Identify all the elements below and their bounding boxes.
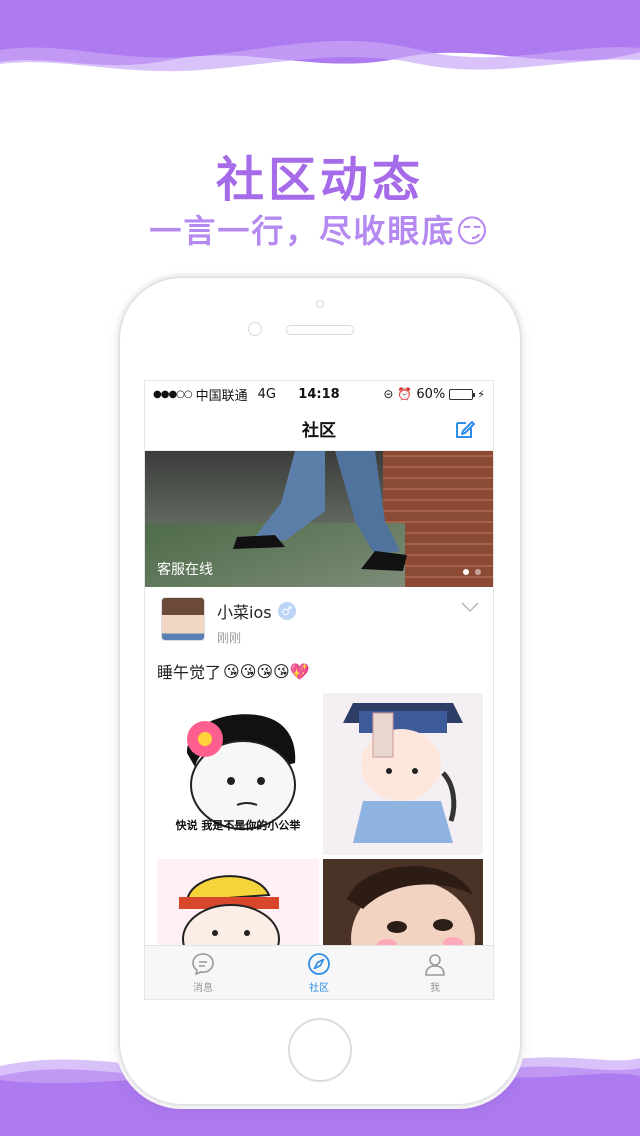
- tab-bar: 消息 社区 我: [145, 945, 493, 999]
- carrier-label: 中国联通: [195, 388, 248, 404]
- post-image-1[interactable]: 快说 我是不是你的小公举: [157, 693, 319, 855]
- phone-camera: [248, 322, 262, 336]
- phone-sensor: [316, 300, 324, 308]
- user-name-row: 小菜ios ♂: [217, 599, 296, 623]
- post-text: 睡午觉了: [157, 663, 222, 682]
- carousel-dot[interactable]: [463, 569, 469, 575]
- tab-label: 社区: [309, 983, 329, 994]
- nav-bar: 社区: [145, 407, 493, 451]
- tab-label: 消息: [193, 983, 213, 994]
- top-wave-decoration: [0, 0, 640, 72]
- person-icon: [425, 954, 445, 976]
- tab-label: 我: [430, 983, 440, 994]
- status-left: ●●●○○ 中国联通 4G: [153, 385, 276, 404]
- user-meta: 小菜ios ♂ 刚刚: [217, 597, 296, 646]
- post-emojis: 😘😘😘😘💖: [223, 661, 310, 681]
- app-screen: ●●●○○ 中国联通 4G 14:18 ⊝ ⏰ 60% ⚡ 社区 客服在线 小菜…: [144, 380, 494, 1000]
- banner-image-figure: [233, 451, 407, 571]
- promo-headline: 社区动态: [215, 152, 424, 208]
- compass-icon: [308, 953, 330, 975]
- tab-messages[interactable]: 消息: [163, 951, 243, 994]
- post-image-3[interactable]: [157, 859, 319, 955]
- phone-speaker: [286, 325, 354, 335]
- post-image-4[interactable]: [323, 859, 483, 955]
- banner-label: 客服在线: [157, 562, 213, 578]
- signal-indicator: ●●●○○: [153, 388, 193, 400]
- home-button[interactable]: [288, 1018, 352, 1082]
- meme-qing-character-icon: [343, 703, 463, 843]
- battery-percent: 60%: [416, 386, 446, 402]
- photo-child-face-icon: [347, 866, 475, 955]
- tab-me[interactable]: 我: [395, 951, 475, 994]
- status-right: ⊝ ⏰ 60% ⚡: [383, 387, 485, 402]
- meme-hat-face-icon: [179, 875, 280, 955]
- alarm-icon: ⏰: [397, 387, 413, 401]
- male-gender-icon: ♂: [277, 602, 296, 620]
- post-content: 睡午觉了 😘😘😘😘💖: [145, 651, 493, 693]
- edit-icon[interactable]: [453, 417, 477, 441]
- banner-carousel[interactable]: 客服在线: [145, 451, 493, 587]
- chevron-down-icon[interactable]: [461, 601, 479, 613]
- tab-community[interactable]: 社区: [279, 951, 359, 994]
- message-icon: [192, 953, 214, 976]
- post-image-grid: 快说 我是不是你的小公举: [145, 693, 493, 955]
- battery-icon: [449, 388, 476, 400]
- charging-icon: ⚡: [477, 387, 485, 401]
- carousel-dots: [463, 569, 481, 575]
- status-bar: ●●●○○ 中国联通 4G 14:18 ⊝ ⏰ 60% ⚡: [145, 381, 493, 407]
- page-title: 社区: [302, 421, 336, 441]
- rotation-lock-icon: ⊝: [383, 387, 394, 401]
- post-image-2[interactable]: [323, 693, 483, 855]
- post-time: 刚刚: [217, 631, 242, 645]
- post-header: 小菜ios ♂ 刚刚: [145, 587, 493, 651]
- user-name[interactable]: 小菜ios: [217, 599, 272, 623]
- network-label: 4G: [257, 386, 277, 402]
- image-caption: 快说 我是不是你的小公举: [175, 819, 301, 832]
- promo-subline: 一言一行，尽收眼底😏: [149, 212, 491, 250]
- carousel-dot[interactable]: [475, 569, 481, 575]
- avatar[interactable]: [161, 597, 205, 641]
